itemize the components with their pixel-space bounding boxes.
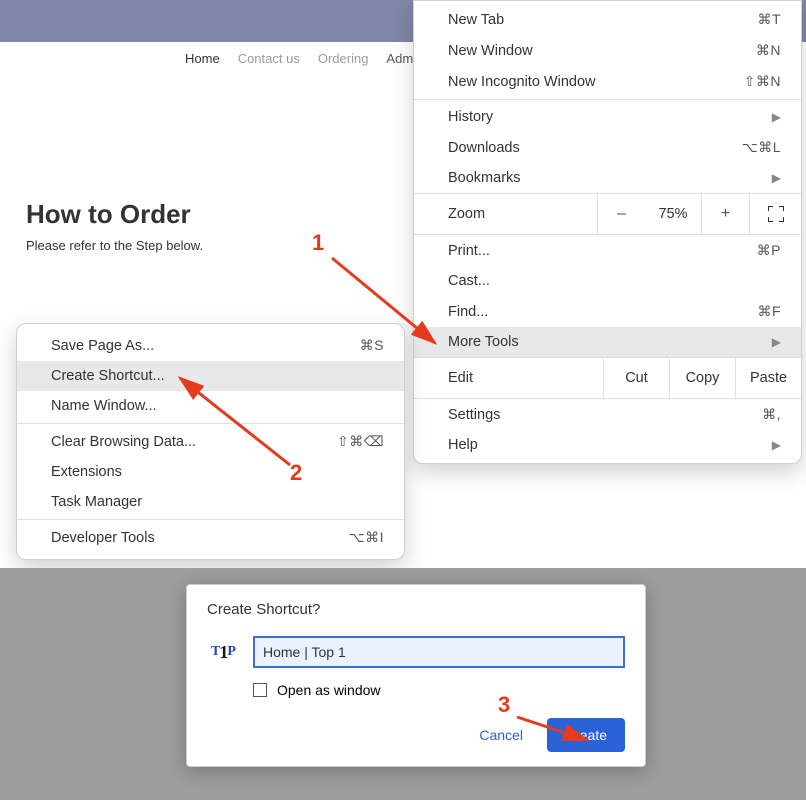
shortcut: ⇧⌘N xyxy=(744,73,781,90)
site-icon: T1P xyxy=(207,641,239,663)
submenu-clear-data[interactable]: Clear Browsing Data... ⇧⌘⌫ xyxy=(17,426,404,457)
menu-label: Save Page As... xyxy=(51,338,154,354)
menu-separator xyxy=(17,423,404,424)
menu-label: Create Shortcut... xyxy=(51,368,165,384)
nav-contact[interactable]: Contact us xyxy=(238,51,300,66)
annotation-1: 1 xyxy=(312,230,324,256)
edit-label: Edit xyxy=(414,370,603,386)
menu-new-window[interactable]: New Window ⌘N xyxy=(414,35,801,66)
dialog-title: Create Shortcut? xyxy=(207,601,625,618)
shortcut: ⌘N xyxy=(756,42,781,59)
menu-help[interactable]: Help ▶ xyxy=(414,430,801,463)
menu-label: New Window xyxy=(448,43,533,59)
menu-label: Cast... xyxy=(448,273,490,289)
menu-label: Help xyxy=(448,437,478,453)
menu-label: Print... xyxy=(448,243,490,259)
submenu-create-shortcut[interactable]: Create Shortcut... xyxy=(17,361,404,391)
menu-find[interactable]: Find... ⌘F xyxy=(414,296,801,327)
shortcut: ⌥⌘L xyxy=(742,139,781,156)
menu-print[interactable]: Print... ⌘P xyxy=(414,235,801,266)
submenu-save-as[interactable]: Save Page As... ⌘S xyxy=(17,330,404,361)
menu-separator xyxy=(414,99,801,100)
shortcut: ⌘F xyxy=(757,303,781,320)
submenu-name-window[interactable]: Name Window... xyxy=(17,391,404,421)
cut-button[interactable]: Cut xyxy=(603,358,669,398)
create-shortcut-dialog: Create Shortcut? T1P Open as window Canc… xyxy=(186,584,646,767)
shortcut: ⌥⌘I xyxy=(348,529,384,546)
nav-ordering[interactable]: Ordering xyxy=(318,51,369,66)
menu-label: Bookmarks xyxy=(448,170,521,186)
menu-new-tab[interactable]: New Tab ⌘T xyxy=(414,1,801,35)
more-tools-submenu: Save Page As... ⌘S Create Shortcut... Na… xyxy=(16,323,405,560)
menu-label: Name Window... xyxy=(51,398,157,414)
open-as-window-label: Open as window xyxy=(277,682,381,698)
menu-label: History xyxy=(448,109,493,125)
menu-label: Extensions xyxy=(51,464,122,480)
menu-bookmarks[interactable]: Bookmarks ▶ xyxy=(414,163,801,193)
menu-history[interactable]: History ▶ xyxy=(414,102,801,132)
zoom-percent: 75% xyxy=(645,206,701,222)
chevron-right-icon: ▶ xyxy=(772,335,781,349)
submenu-dev-tools[interactable]: Developer Tools ⌥⌘I xyxy=(17,522,404,553)
menu-label: Downloads xyxy=(448,140,520,156)
shortcut: ⌘P xyxy=(757,242,781,259)
menu-more-tools[interactable]: More Tools ▶ xyxy=(414,327,801,357)
menu-zoom-row: Zoom – 75% + xyxy=(414,193,801,235)
open-as-window-checkbox[interactable] xyxy=(253,683,267,697)
menu-incognito[interactable]: New Incognito Window ⇧⌘N xyxy=(414,66,801,97)
shortcut: ⇧⌘⌫ xyxy=(337,433,384,450)
shortcut: ⌘, xyxy=(762,406,781,423)
chevron-right-icon: ▶ xyxy=(772,438,781,452)
annotation-2: 2 xyxy=(290,460,302,486)
chevron-right-icon: ▶ xyxy=(772,171,781,185)
menu-settings[interactable]: Settings ⌘, xyxy=(414,399,801,430)
menu-edit-row: Edit Cut Copy Paste xyxy=(414,357,801,399)
menu-label: Developer Tools xyxy=(51,530,155,546)
menu-separator xyxy=(17,519,404,520)
zoom-out-button[interactable]: – xyxy=(597,194,645,234)
menu-label: Task Manager xyxy=(51,494,142,510)
nav-home[interactable]: Home xyxy=(185,51,220,66)
chrome-menu: New Tab ⌘T New Window ⌘N New Incognito W… xyxy=(413,0,802,464)
shortcut-name-input[interactable] xyxy=(253,636,625,668)
menu-label: Settings xyxy=(448,407,500,423)
menu-label: More Tools xyxy=(448,334,519,350)
paste-button[interactable]: Paste xyxy=(735,358,801,398)
menu-downloads[interactable]: Downloads ⌥⌘L xyxy=(414,132,801,163)
zoom-in-button[interactable]: + xyxy=(701,194,749,234)
annotation-3: 3 xyxy=(498,692,510,718)
shortcut: ⌘S xyxy=(360,337,384,354)
copy-button[interactable]: Copy xyxy=(669,358,735,398)
menu-label: Clear Browsing Data... xyxy=(51,434,196,450)
create-button[interactable]: Create xyxy=(547,718,625,752)
submenu-extensions[interactable]: Extensions xyxy=(17,457,404,487)
menu-label: Find... xyxy=(448,304,488,320)
fullscreen-button[interactable] xyxy=(749,194,801,234)
menu-cast[interactable]: Cast... xyxy=(414,266,801,296)
chevron-right-icon: ▶ xyxy=(772,110,781,124)
shortcut: ⌘T xyxy=(757,11,781,28)
menu-label: New Tab xyxy=(448,12,504,28)
fullscreen-icon xyxy=(768,206,784,222)
menu-label: New Incognito Window xyxy=(448,74,596,90)
zoom-label: Zoom xyxy=(414,206,597,222)
cancel-button[interactable]: Cancel xyxy=(465,719,537,751)
submenu-task-manager[interactable]: Task Manager xyxy=(17,487,404,517)
